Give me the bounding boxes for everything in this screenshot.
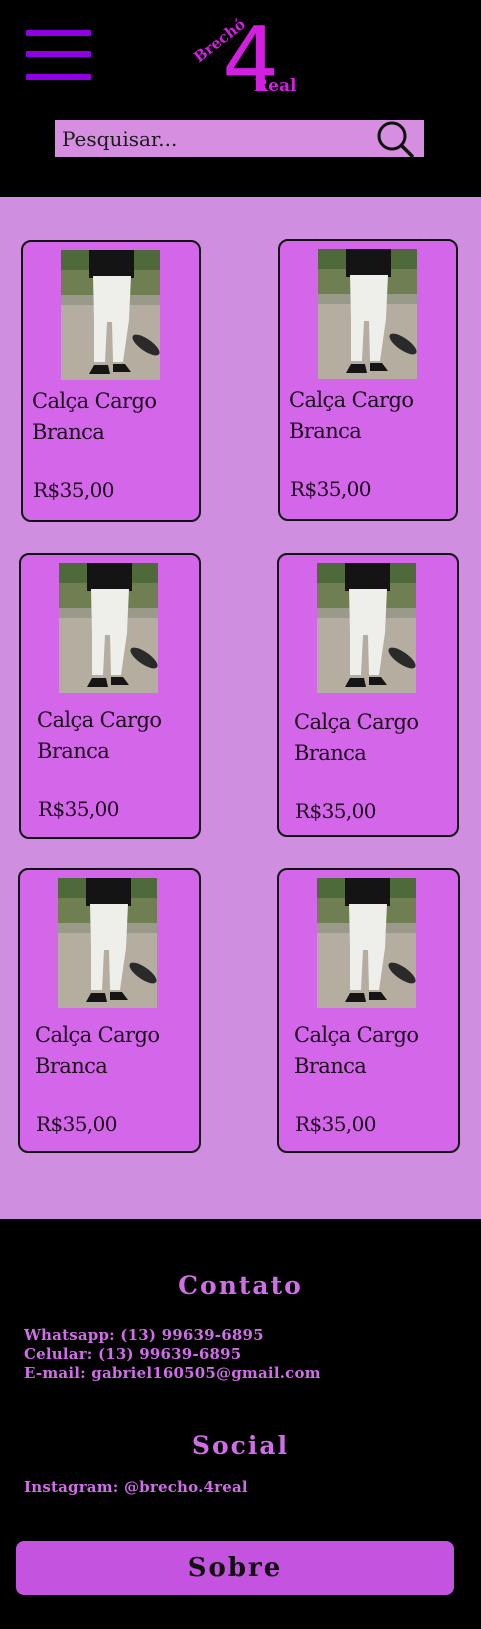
product-name[interactable]: Calça Cargo Branca <box>32 386 192 448</box>
search-icon[interactable] <box>375 120 415 158</box>
product-card[interactable]: Calça Cargo Branca R$35,00 <box>21 240 201 522</box>
product-name[interactable]: Calça Cargo Branca <box>294 707 454 769</box>
product-price: R$35,00 <box>36 1112 117 1136</box>
sobre-button[interactable]: Sobre <box>16 1541 454 1595</box>
product-name[interactable]: Calça Cargo Branca <box>289 385 449 447</box>
celular-text: Celular: (13) 99639-6895 <box>24 1345 242 1363</box>
product-card[interactable]: Calça Cargo Branca R$35,00 <box>277 868 460 1153</box>
logo-real-text: Real <box>254 76 297 96</box>
product-card[interactable]: Calça Cargo Branca R$35,00 <box>18 868 201 1153</box>
search-bar <box>55 120 424 158</box>
product-image[interactable] <box>317 878 416 1008</box>
product-price: R$35,00 <box>38 797 119 821</box>
product-grid: Calça Cargo Branca R$35,00 Calça Cargo B… <box>0 197 481 1219</box>
footer: Contato Whatsapp: (13) 99639-6895 Celula… <box>0 1219 481 1629</box>
product-card[interactable]: Calça Cargo Branca R$35,00 <box>277 553 459 837</box>
header: Brechó 4 Real <box>0 0 481 197</box>
brand-logo[interactable]: Brechó 4 Real <box>190 10 310 98</box>
product-image[interactable] <box>58 878 157 1008</box>
product-image[interactable] <box>59 563 158 693</box>
product-card[interactable]: Calça Cargo Branca R$35,00 <box>19 553 201 839</box>
product-price: R$35,00 <box>33 478 114 502</box>
product-price: R$35,00 <box>295 1112 376 1136</box>
social-title: Social <box>191 1431 290 1460</box>
email-text: E-mail: gabriel160505@gmail.com <box>24 1364 321 1382</box>
whatsapp-text: Whatsapp: (13) 99639-6895 <box>24 1326 264 1344</box>
product-image[interactable] <box>61 250 160 380</box>
product-image[interactable] <box>317 563 416 693</box>
hamburger-menu-icon[interactable] <box>26 30 91 82</box>
product-name[interactable]: Calça Cargo Branca <box>37 705 197 767</box>
contact-title: Contato <box>178 1271 303 1300</box>
product-price: R$35,00 <box>295 799 376 823</box>
product-image[interactable] <box>318 249 417 379</box>
product-price: R$35,00 <box>290 477 371 501</box>
product-card[interactable]: Calça Cargo Branca R$35,00 <box>278 239 458 521</box>
instagram-link[interactable]: Instagram: @brecho.4real <box>24 1478 248 1496</box>
search-input[interactable] <box>62 122 362 155</box>
product-name[interactable]: Calça Cargo Branca <box>294 1020 454 1082</box>
product-name[interactable]: Calça Cargo Branca <box>35 1020 195 1082</box>
